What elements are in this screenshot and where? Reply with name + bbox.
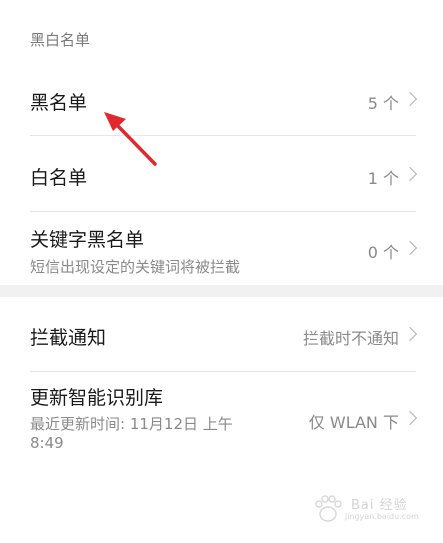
update-time-line1: 最近更新时间: 11月12日 上午 [30,415,233,433]
keyword-blacklist-title: 关键字黑名单 [30,229,145,251]
chevron-right-icon [402,240,418,256]
chevron-right-icon [402,410,418,426]
chevron-right-icon [402,166,418,182]
keyword-blacklist-row[interactable]: 关键字黑名单 短信出现设定的关键词将被拦截 0 个 [0,212,443,285]
whitelist-row[interactable]: 白名单 1 个 [0,136,443,212]
update-library-value: 仅 WLAN 下 [308,413,399,432]
chevron-right-icon [402,91,418,107]
update-time-line2: 8:49 [30,434,64,452]
whitelist-count: 1 个 [367,169,399,188]
whitelist-title: 白名单 [30,167,88,189]
blacklist-title: 黑名单 [30,92,88,114]
section-gap [0,285,443,297]
watermark-text: Bai 经验 [351,498,408,513]
update-library-row[interactable]: 更新智能识别库 最近更新时间: 11月12日 上午 8:49 仅 WLAN 下 [0,372,443,462]
baidu-watermark: Bai 经验 jingyan.baidu.com [311,490,421,530]
update-library-title: 更新智能识别库 [30,387,164,409]
blacklist-row[interactable]: 黑名单 5 个 [0,62,443,136]
block-notification-row[interactable]: 拦截通知 拦截时不通知 [0,297,443,372]
keyword-blacklist-count: 0 个 [367,243,399,262]
block-notification-value: 拦截时不通知 [302,329,399,348]
paw-logo-icon [315,495,342,522]
keyword-blacklist-subtitle: 短信出现设定的关键词将被拦截 [30,258,241,276]
watermark-url: jingyan.baidu.com [345,512,419,521]
block-notification-title: 拦截通知 [30,327,107,349]
chevron-right-icon [402,326,418,342]
section-header: 黑白名单 [30,31,91,49]
blacklist-count: 5 个 [367,94,399,113]
